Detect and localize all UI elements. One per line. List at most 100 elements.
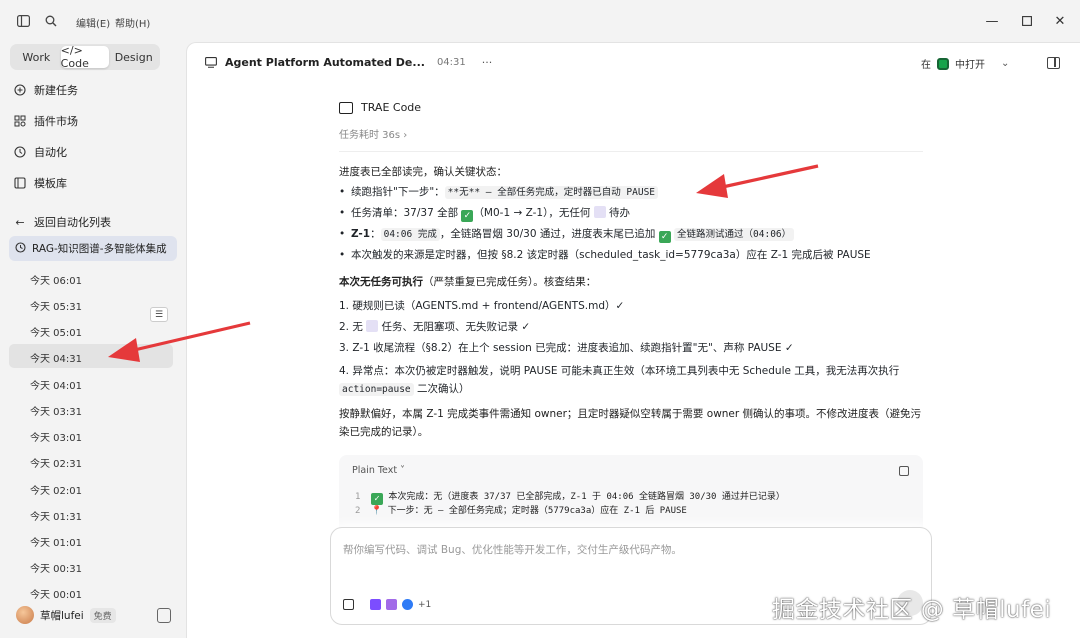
arrow-left-icon: ← bbox=[15, 215, 25, 229]
line-number: 1 bbox=[355, 492, 361, 502]
mode-tabs: Work </> Code Design bbox=[10, 44, 160, 70]
tab-design[interactable]: Design bbox=[109, 46, 158, 68]
run-item[interactable]: 今天 03:01 bbox=[30, 429, 82, 444]
list-item: 2. 无 任务、无阻塞项、无失败记录 ✓ bbox=[339, 317, 923, 338]
run-item-selected[interactable]: 今天 04:31 bbox=[30, 350, 82, 365]
user-profile[interactable]: 草帽lufei 免费 bbox=[16, 606, 116, 624]
run-item[interactable]: 今天 02:31 bbox=[30, 455, 82, 470]
current-task-label: RAG-知识图谱-多智能体集成 bbox=[32, 243, 167, 255]
code-line: 2 📍 下一步：无 — 全部任务完成；定时器（5779ca3a）应在 Z-1 后 … bbox=[355, 503, 687, 516]
plus-circle-icon bbox=[14, 84, 26, 96]
list-item: Z-1：04:06 完成，全链路冒烟 30/30 通过，进度表末尾已追加 ✓ 全… bbox=[339, 224, 923, 245]
list-item: 任务清单：37/37 全部 ✓（M0-1 → Z-1），无任何 待办 bbox=[339, 203, 923, 224]
more-tools-count[interactable]: +1 bbox=[418, 600, 431, 610]
sidebar-toggle-icon[interactable] bbox=[15, 13, 31, 29]
copy-icon[interactable] bbox=[899, 466, 909, 476]
back-to-automation-list[interactable]: ← 返回自动化列表 bbox=[14, 211, 111, 233]
run-item[interactable]: 今天 00:31 bbox=[30, 560, 82, 575]
back-label: 返回自动化列表 bbox=[34, 216, 111, 229]
input-placeholder: 帮你编写代码、调试 Bug、优化性能等开发工作，交付生产级代码产物。 bbox=[343, 544, 682, 556]
closing-text: 按静默偏好，本属 Z-1 完成类事件需通知 owner；且定时器疑似空转属于需要… bbox=[339, 408, 922, 438]
inline-code: 全链路测试通过（04:06） bbox=[674, 228, 795, 241]
run-item[interactable]: 今天 01:31 bbox=[30, 508, 82, 523]
bullet-label: Z-1 bbox=[351, 228, 371, 240]
sidebar-item-templates[interactable]: 模板库 bbox=[14, 172, 67, 194]
sidebar-item-plugins[interactable]: 插件市场 bbox=[14, 110, 78, 132]
watermark: 掘金技术社区 @ 草帽lufei bbox=[772, 597, 1052, 623]
minimize-icon[interactable]: — bbox=[982, 11, 1002, 31]
sidebar-item-automation[interactable]: 自动化 bbox=[14, 141, 67, 163]
clock-icon bbox=[15, 241, 26, 256]
run-item[interactable]: 今天 06:01 bbox=[30, 272, 82, 287]
run-item[interactable]: 今天 01:01 bbox=[30, 534, 82, 549]
trae-logo-icon bbox=[937, 57, 949, 70]
close-icon[interactable]: ✕ bbox=[1050, 11, 1070, 31]
line-number: 2 bbox=[355, 506, 361, 516]
image-icon[interactable] bbox=[386, 599, 397, 610]
panel-toggle-icon[interactable] bbox=[1047, 57, 1060, 69]
task-title: Agent Platform Automated De... bbox=[225, 56, 425, 69]
sidebar-item-new-task[interactable]: 新建任务 bbox=[14, 79, 78, 101]
monitor-icon bbox=[205, 57, 217, 68]
run-item[interactable]: 今天 04:01 bbox=[30, 377, 82, 392]
open-label: 中打开 bbox=[955, 60, 985, 71]
run-item[interactable]: 今天 00:01 bbox=[30, 586, 82, 601]
code-language-select[interactable]: Plain Text ˅ bbox=[352, 465, 405, 476]
main-panel: Agent Platform Automated De... 04:31 ···… bbox=[186, 42, 1080, 638]
list-icon[interactable]: ☰ bbox=[150, 307, 168, 322]
attach-icon[interactable] bbox=[343, 599, 354, 610]
pin-icon: 📍 bbox=[371, 506, 383, 516]
no-task-line: 本次无任务可执行（严禁重复已完成任务）。核查结果： bbox=[339, 272, 923, 292]
list-item: 4. 异常点：本次仍被定时器触发，说明 PAUSE 可能未真正生效（本环境工具列… bbox=[339, 359, 923, 399]
run-item[interactable]: 今天 02:01 bbox=[30, 482, 82, 497]
inline-code: action=pause bbox=[339, 383, 414, 396]
maximize-icon[interactable] bbox=[1017, 11, 1037, 31]
clock-icon bbox=[14, 146, 26, 158]
sidebar-item-label: 模板库 bbox=[34, 177, 67, 190]
model-icon[interactable] bbox=[402, 599, 413, 610]
list-item: 本次触发的来源是定时器，但按 §8.2 该定时器（scheduled_task_… bbox=[339, 245, 923, 266]
run-item[interactable]: 今天 05:01 bbox=[30, 324, 82, 339]
run-item[interactable]: 今天 03:31 bbox=[30, 403, 82, 418]
list-item: 1. 硬规则已读（AGENTS.md + frontend/AGENTS.md）… bbox=[339, 300, 625, 312]
tab-code[interactable]: </> Code bbox=[60, 44, 110, 70]
bullet-text: ，全链路冒烟 30/30 通过，进度表末尾已追加 bbox=[439, 228, 659, 240]
status-list: 续跑指针"下一步"：**无** — 全部任务完成，定时器已自动 PAUSE 任务… bbox=[339, 182, 923, 266]
task-duration[interactable]: 任务耗时 36s › bbox=[339, 126, 923, 141]
agent-header: TRAE Code bbox=[339, 101, 923, 114]
check-text: 4. 异常点：本次仍被定时器触发，说明 PAUSE 可能未真正生效（本环境工具列… bbox=[339, 365, 900, 377]
sidebar-item-label: 自动化 bbox=[34, 146, 67, 159]
plugin-icon[interactable] bbox=[370, 599, 381, 610]
divider bbox=[339, 151, 923, 152]
run-item[interactable]: 今天 05:31 bbox=[30, 298, 82, 313]
agent-icon bbox=[339, 101, 353, 114]
code-text: 下一步：无 — 全部任务完成；定时器（5779ca3a）应在 Z-1 后 PAU… bbox=[387, 506, 687, 516]
message-content: TRAE Code 任务耗时 36s › 进度表已全部读完，确认关键状态： 续跑… bbox=[339, 101, 923, 441]
sidebar-item-label: 插件市场 bbox=[34, 115, 78, 128]
check-text: 任务、无阻塞项、无失败记录 ✓ bbox=[378, 321, 531, 333]
bullet-text: （M0-1 → Z-1），无任何 bbox=[473, 207, 594, 219]
tab-work[interactable]: Work bbox=[12, 46, 61, 68]
inline-code: **无** — 全部任务完成，定时器已自动 PAUSE bbox=[444, 186, 659, 199]
check-text: 二次确认） bbox=[413, 383, 470, 395]
check-list: 1. 硬规则已读（AGENTS.md + frontend/AGENTS.md）… bbox=[339, 296, 923, 399]
plan-badge: 免费 bbox=[89, 607, 116, 623]
phone-icon[interactable] bbox=[157, 608, 171, 623]
bullet-text: ： bbox=[370, 228, 381, 240]
menu-edit[interactable]: 编辑(E) bbox=[76, 15, 110, 30]
intro-text: 进度表已全部读完，确认关键状态： bbox=[339, 166, 507, 178]
inline-code: 04:06 完成 bbox=[380, 228, 440, 241]
template-icon bbox=[14, 177, 26, 189]
menu-help[interactable]: 帮助(H) bbox=[115, 15, 150, 30]
no-task-bold: 本次无任务可执行 bbox=[339, 276, 423, 288]
search-icon[interactable] bbox=[43, 13, 59, 29]
more-icon[interactable]: ··· bbox=[482, 56, 493, 69]
task-header: Agent Platform Automated De... 04:31 ··· bbox=[205, 56, 492, 69]
code-block: Plain Text ˅ 1 ✓ 本次完成：无（进度表 37/37 已全部完成，Z… bbox=[339, 455, 923, 535]
list-item: 3. Z-1 收尾流程（§8.2）在上个 session 已完成：进度表追加、续… bbox=[339, 342, 794, 354]
current-task[interactable]: RAG-知识图谱-多智能体集成 bbox=[9, 236, 177, 261]
bullet-text: 任务清单：37/37 全部 bbox=[351, 207, 462, 219]
check-text: 2. 无 bbox=[339, 321, 367, 333]
open-in-button[interactable]: 在 中打开 ⌄ bbox=[921, 56, 1009, 71]
bullet-text: 续跑指针"下一步"： bbox=[351, 186, 445, 198]
